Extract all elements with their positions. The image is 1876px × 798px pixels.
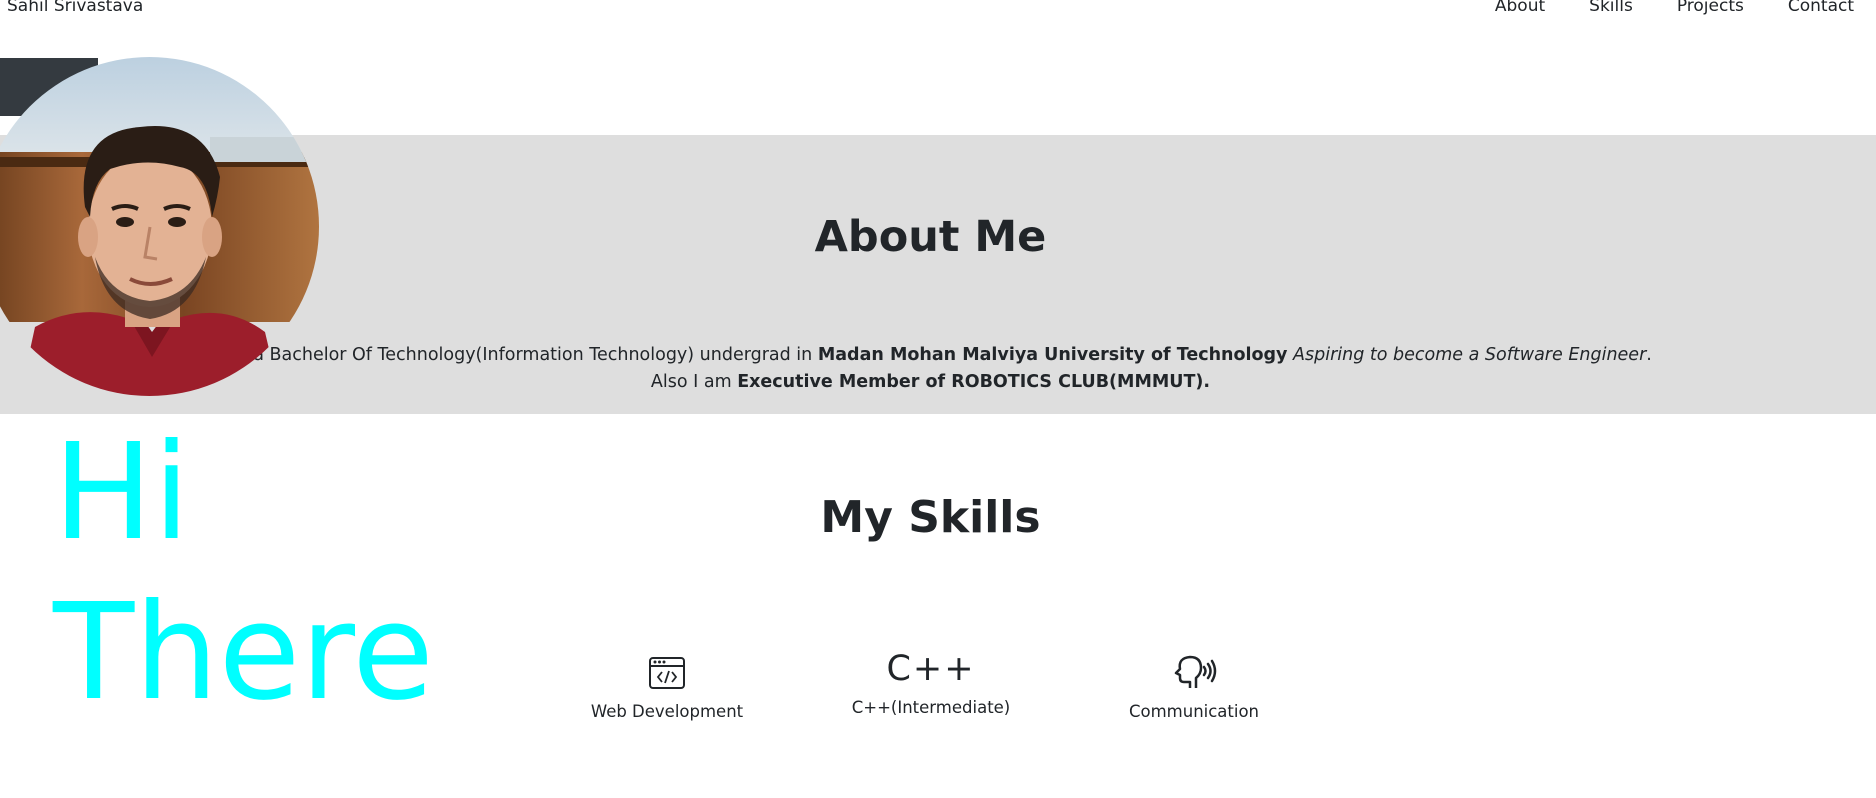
skill-web-development: Web Development <box>567 650 767 721</box>
nav-links: About Skills Projects Contact <box>1451 0 1854 18</box>
navbar: Sahil Srivastava About Skills Projects C… <box>0 0 1876 40</box>
about-period: . <box>1646 345 1652 365</box>
nav-link-projects[interactable]: Projects <box>1677 0 1744 18</box>
skill-cpp: C++ C++(Intermediate) <box>831 646 1031 717</box>
code-window-icon <box>567 650 767 696</box>
cpp-glyph: C++ <box>886 649 976 689</box>
hero-greeting: Hi There <box>53 413 434 733</box>
university-name: Madan Mohan Malviya University of Techno… <box>817 345 1288 365</box>
about-role-intro: Also I am <box>650 372 738 392</box>
skill-label: Web Development <box>590 702 744 721</box>
hero-greeting-line2: There <box>53 576 434 730</box>
brand-link[interactable]: Sahil Srivastava <box>7 0 143 18</box>
skill-label: Communication <box>1128 702 1260 721</box>
cpp-icon: C++ <box>831 646 1031 692</box>
speaking-head-icon <box>1094 650 1294 696</box>
nav-link-skills[interactable]: Skills <box>1589 0 1633 18</box>
about-text: I am a Bachelor Of Technology(Informatio… <box>0 342 1861 396</box>
club-role: Executive Member of ROBOTICS CLUB(MMMUT)… <box>737 372 1211 392</box>
skills-title: My Skills <box>820 492 1041 543</box>
nav-link-about[interactable]: About <box>1495 0 1545 18</box>
about-intro-text: I am a Bachelor Of Technology(Informatio… <box>209 345 818 365</box>
aspiration-text: Aspiring to become a Software Engineer <box>1293 345 1647 365</box>
skill-communication: Communication <box>1094 650 1294 721</box>
nav-link-contact[interactable]: Contact <box>1788 0 1854 18</box>
skill-label: C++(Intermediate) <box>851 698 1011 717</box>
